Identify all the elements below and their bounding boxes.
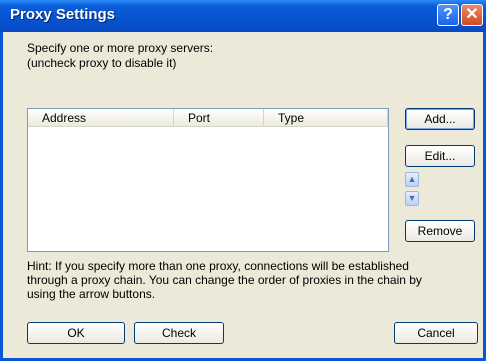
ok-button[interactable]: OK xyxy=(27,322,125,344)
description-line-2: (uncheck proxy to disable it) xyxy=(27,56,177,70)
description: Specify one or more proxy servers: (unch… xyxy=(27,41,213,71)
cancel-button[interactable]: Cancel xyxy=(394,322,478,344)
hint-line-3: using the arrow buttons. xyxy=(27,287,156,301)
column-type[interactable]: Type xyxy=(264,109,388,127)
hint-line-1: Hint: If you specify more than one proxy… xyxy=(27,259,409,273)
window-title: Proxy Settings xyxy=(10,6,116,23)
remove-button[interactable]: Remove xyxy=(405,220,475,242)
column-address[interactable]: Address xyxy=(28,109,174,127)
check-button[interactable]: Check xyxy=(134,322,224,344)
description-line-1: Specify one or more proxy servers: xyxy=(27,41,214,55)
hint-text: Hint: If you specify more than one proxy… xyxy=(27,259,477,301)
move-up-icon[interactable]: ▲ xyxy=(405,172,419,187)
move-down-icon[interactable]: ▼ xyxy=(405,191,419,206)
column-port[interactable]: Port xyxy=(174,109,264,127)
hint-line-2: through a proxy chain. You can change th… xyxy=(27,273,422,287)
add-button[interactable]: Add... xyxy=(405,108,475,130)
title-bar[interactable]: Proxy Settings ? ✕ xyxy=(0,0,486,32)
help-icon[interactable]: ? xyxy=(437,4,459,26)
proxy-settings-dialog: Proxy Settings ? ✕ Specify one or more p… xyxy=(0,0,486,361)
proxy-list[interactable]: Address Port Type xyxy=(27,108,389,252)
close-icon[interactable]: ✕ xyxy=(461,4,483,26)
proxy-list-header: Address Port Type xyxy=(28,109,388,127)
edit-button[interactable]: Edit... xyxy=(405,145,475,167)
